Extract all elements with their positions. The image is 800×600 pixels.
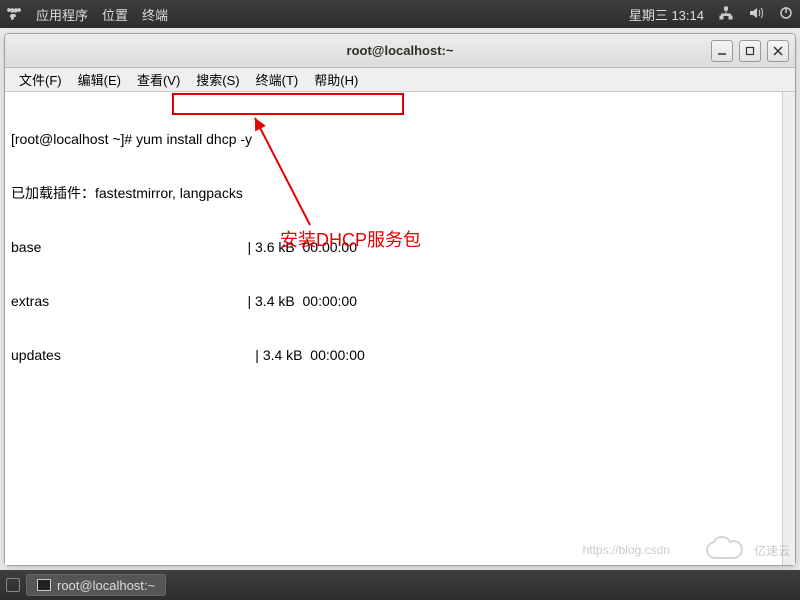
terminal-output[interactable]: [root@localhost ~]# yum install dhcp -y … (5, 92, 795, 565)
scrollbar[interactable] (782, 92, 795, 565)
watermark-brand: 亿速云 (754, 542, 790, 559)
minimize-button[interactable] (711, 40, 733, 62)
terminal-window: root@localhost:~ 文件(F) 编辑(E) 查看(V) 搜索(S)… (4, 33, 796, 566)
maximize-button[interactable] (739, 40, 761, 62)
menu-view[interactable]: 查看(V) (129, 68, 188, 91)
prompt-line: [root@localhost ~]# yum install dhcp -y (11, 130, 789, 148)
prompt: [root@localhost ~]# (11, 131, 136, 147)
desktop-top-panel: 应用程序 位置 终端 星期三 13:14 (0, 0, 800, 28)
menu-file[interactable]: 文件(F) (11, 68, 70, 91)
desktop-taskbar: root@localhost:~ (0, 570, 800, 600)
menu-search[interactable]: 搜索(S) (188, 68, 247, 91)
clock[interactable]: 星期三 13:14 (629, 5, 704, 24)
output-repo-updates: updates | 3.4 kB 00:00:00 (11, 346, 789, 364)
menu-terminal[interactable]: 终端(T) (248, 68, 307, 91)
activities-icon[interactable] (6, 6, 22, 22)
volume-icon[interactable] (748, 5, 764, 24)
taskbar-item-terminal[interactable]: root@localhost:~ (26, 574, 166, 596)
command-text: yum install dhcp -y (136, 131, 252, 147)
menu-places[interactable]: 位置 (102, 5, 128, 24)
output-repo-extras: extras | 3.4 kB 00:00:00 (11, 292, 789, 310)
menu-help[interactable]: 帮助(H) (306, 68, 366, 91)
menu-applications[interactable]: 应用程序 (36, 5, 88, 24)
close-button[interactable] (767, 40, 789, 62)
menu-terminal[interactable]: 终端 (142, 5, 168, 24)
window-title: root@localhost:~ (347, 43, 454, 58)
titlebar[interactable]: root@localhost:~ (5, 34, 795, 68)
output-plugins: 已加载插件：fastestmirror, langpacks (11, 184, 789, 202)
menubar: 文件(F) 编辑(E) 查看(V) 搜索(S) 终端(T) 帮助(H) (5, 68, 795, 92)
power-icon[interactable] (778, 5, 794, 24)
watermark-blog: https://blog.csdn (583, 543, 670, 557)
show-desktop-button[interactable] (6, 578, 20, 592)
watermark: https://blog.csdn 亿速云 (583, 536, 790, 564)
menu-edit[interactable]: 编辑(E) (70, 68, 129, 91)
cloud-icon (704, 536, 750, 564)
terminal-icon (37, 579, 51, 591)
output-repo-base: base | 3.6 kB 00:00:00 (11, 238, 789, 256)
taskbar-item-label: root@localhost:~ (57, 578, 155, 593)
network-icon[interactable] (718, 5, 734, 24)
